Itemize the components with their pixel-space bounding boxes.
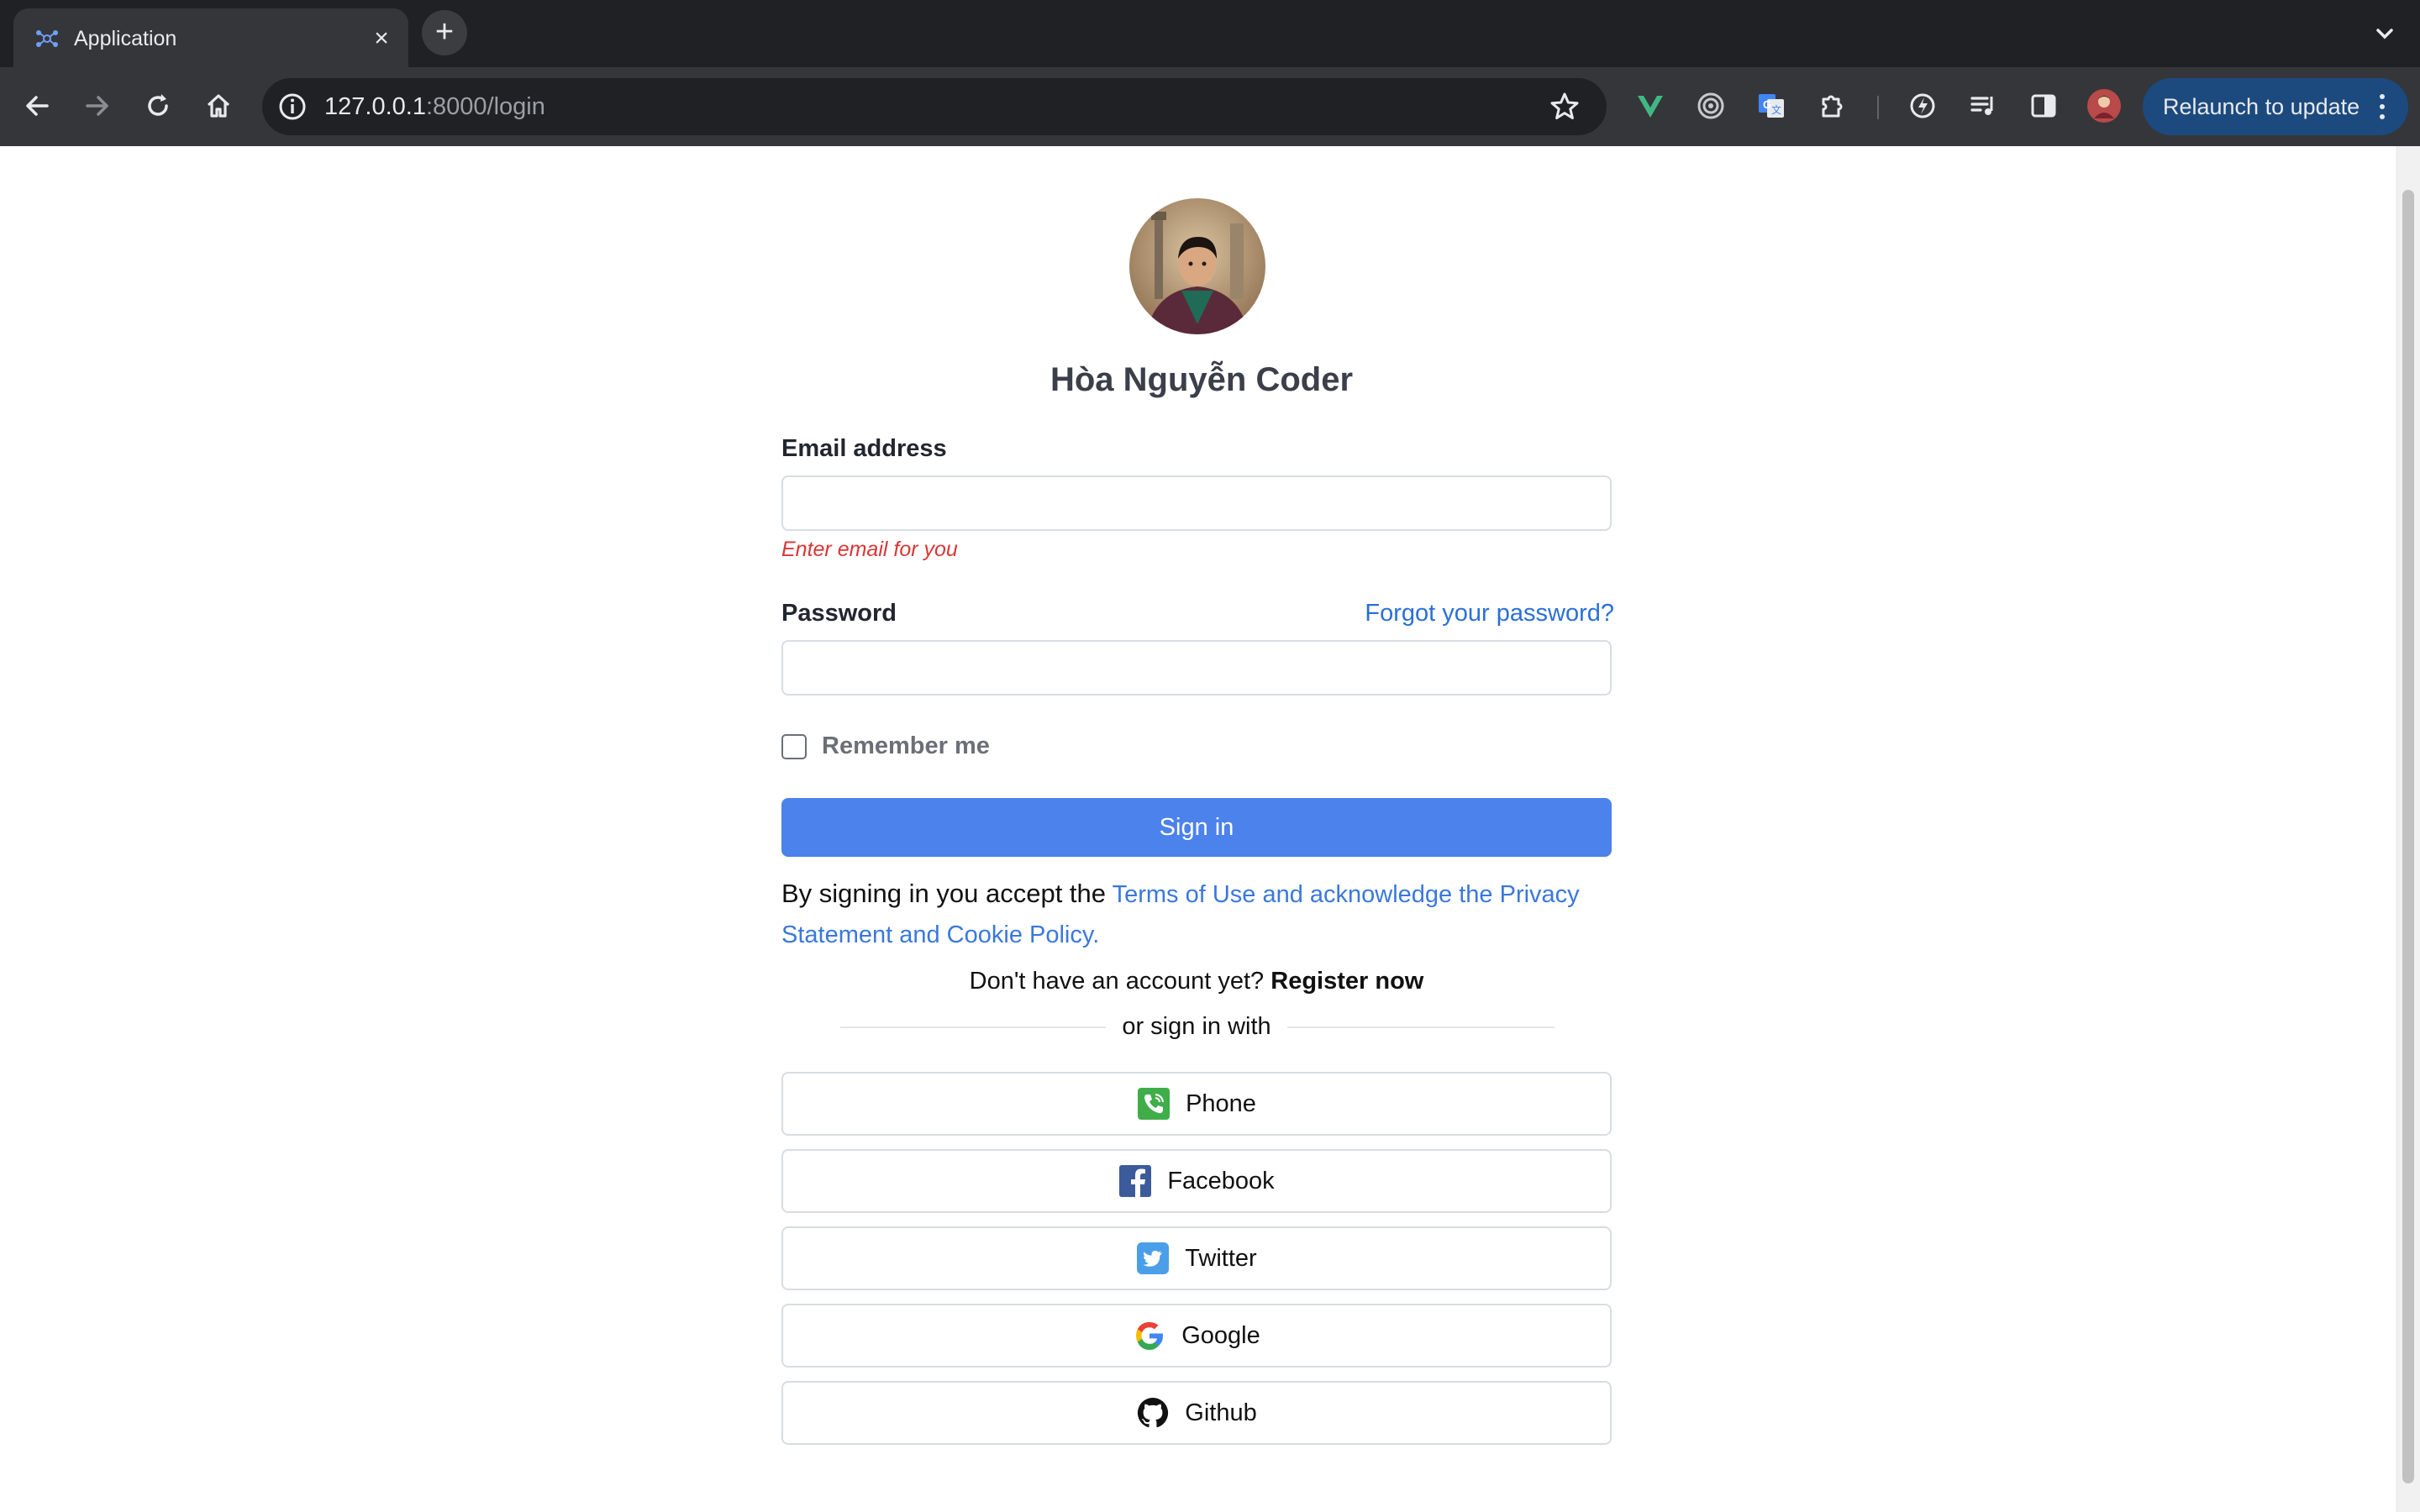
performance-icon[interactable] [1902,86,1943,126]
home-icon[interactable] [198,86,239,126]
github-sign-in-button[interactable]: Github [781,1381,1612,1445]
divider-right [1287,1026,1555,1028]
toolbar-divider [1877,96,1879,119]
facebook-icon [1119,1165,1152,1197]
translate-extension-icon[interactable]: G文 [1751,86,1791,126]
remember-me-label[interactable]: Remember me [822,732,990,760]
phone-sign-in-button[interactable]: Phone [781,1072,1612,1136]
twitter-icon [1137,1242,1170,1274]
more-menu-icon[interactable] [2378,92,2386,122]
side-panel-icon[interactable] [2023,86,2064,126]
twitter-sign-in-button[interactable]: Twitter [781,1226,1612,1290]
svg-text:G: G [1763,98,1771,111]
scrollbar-thumb[interactable] [2402,190,2414,1483]
back-icon[interactable] [17,86,57,126]
relaunch-update-button[interactable]: Relaunch to update [2143,78,2408,135]
social-label: Phone [1186,1089,1256,1117]
register-prompt: Don't have an account yet? Register now [781,968,1612,995]
url-text[interactable]: 127.0.0.1:8000/login [324,93,545,121]
bookmark-star-icon[interactable] [1548,90,1581,123]
email-label: Email address [781,435,947,462]
media-queue-icon[interactable] [1963,86,2003,126]
remember-me-checkbox[interactable] [781,734,807,759]
email-error-message: Enter email for you [781,538,958,561]
site-info-icon[interactable] [277,92,308,122]
password-label: Password [781,600,897,627]
page-title: Hòa Nguyễn Coder [1050,361,1354,398]
tab-search-chevron-icon[interactable] [2370,18,2400,49]
social-label: Facebook [1167,1167,1275,1194]
tab-close-icon[interactable]: × [366,24,397,54]
browser-tab[interactable]: Application × [13,8,408,67]
divider-left [840,1026,1106,1028]
phone-icon [1138,1088,1171,1120]
avatar [1129,198,1265,334]
new-tab-button[interactable]: + [422,10,467,55]
google-icon [1136,1322,1164,1350]
terms-intro: By signing in you accept the [781,879,1107,908]
divider-label: or sign in with [1122,1013,1271,1040]
password-field[interactable] [781,640,1612,696]
forgot-password-link[interactable]: Forgot your password? [1092,600,1614,627]
profile-avatar-icon[interactable] [2084,86,2124,126]
terms-notice: By signing in you accept the Terms of Us… [781,874,1612,955]
url-path: :8000/login [425,93,545,120]
github-icon [1138,1397,1169,1428]
url-host: 127.0.0.1 [324,93,426,120]
address-bar[interactable]: 127.0.0.1:8000/login [262,78,1607,135]
google-sign-in-button[interactable]: Google [781,1304,1612,1368]
svg-text:文: 文 [1771,103,1781,116]
tab-title: Application [74,27,177,50]
relaunch-label: Relaunch to update [2163,94,2360,119]
sign-in-button[interactable]: Sign in [781,798,1612,857]
social-label: Github [1185,1399,1257,1426]
extensions-puzzle-icon[interactable] [1812,86,1852,126]
social-label: Google [1181,1321,1260,1349]
social-label: Twitter [1185,1244,1257,1272]
email-field[interactable] [781,475,1612,531]
target-extension-icon[interactable] [1691,86,1731,126]
vue-devtools-icon[interactable] [1630,86,1670,126]
browser-toolbar: 127.0.0.1:8000/login G文 Relaunch to upda… [0,67,2420,146]
reload-icon[interactable] [138,86,178,126]
forward-icon[interactable] [77,86,118,126]
register-prompt-text: Don't have an account yet? [969,968,1265,995]
browser-tab-strip: Application × + [0,0,2420,67]
app-favicon-icon [36,30,58,47]
facebook-sign-in-button[interactable]: Facebook [781,1149,1612,1213]
register-link[interactable]: Register now [1270,968,1423,995]
